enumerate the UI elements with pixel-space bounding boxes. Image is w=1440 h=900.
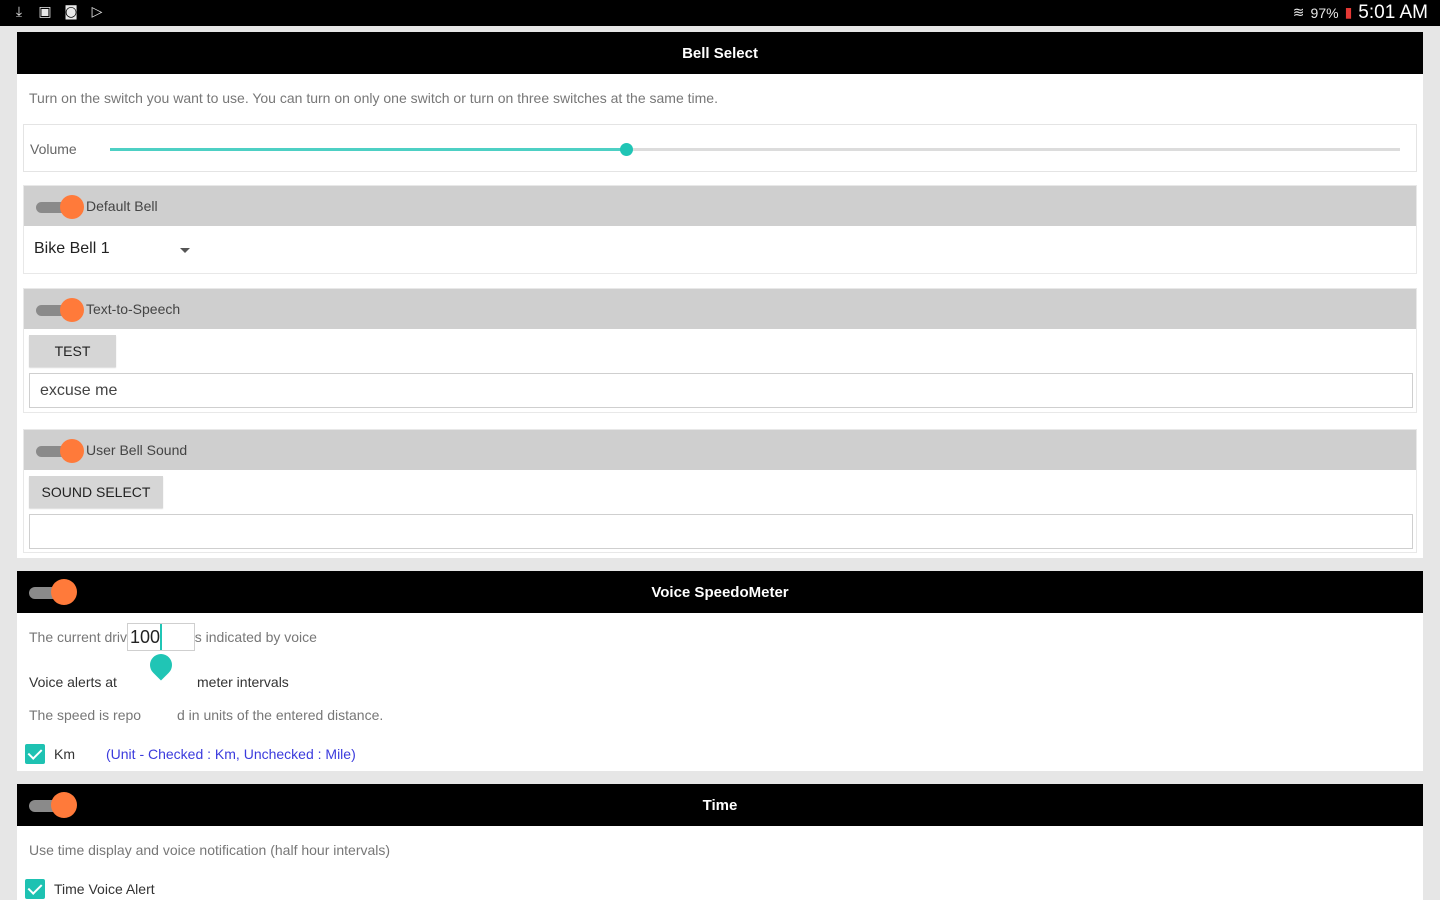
wifi-icon: ≋ xyxy=(1292,5,1305,21)
time-switch[interactable] xyxy=(29,792,81,818)
sound-select-button[interactable]: SOUND SELECT xyxy=(29,476,163,508)
switch-thumb xyxy=(51,579,77,605)
time-voice-alert-checkbox[interactable] xyxy=(25,879,45,899)
volume-slider-fill xyxy=(110,148,626,151)
unit-hint: (Unit - Checked : Km, Unchecked : Mile) xyxy=(106,746,356,762)
speed-note-start: The speed is repo xyxy=(29,707,142,723)
tts-panel: Text-to-Speech TEST excuse me xyxy=(23,288,1417,413)
time-description: Use time display and voice notification … xyxy=(29,842,391,858)
volume-panel: Volume xyxy=(23,124,1417,172)
voice-alerts-suffix: meter intervals xyxy=(197,674,289,690)
time-voice-alert-label: Time Voice Alert xyxy=(54,881,155,897)
switch-thumb xyxy=(51,792,77,818)
bell-select-description: Turn on the switch you want to use. You … xyxy=(29,90,718,106)
bell-select-title: Bell Select xyxy=(682,44,758,62)
text-cursor xyxy=(160,624,162,650)
tts-title: Text-to-Speech xyxy=(86,301,181,317)
chevron-down-icon xyxy=(180,248,190,253)
time-card: Time Use time display and voice notifica… xyxy=(17,784,1423,900)
km-label: Km xyxy=(54,746,75,762)
user-bell-path-field[interactable] xyxy=(29,514,1413,549)
time-title: Time xyxy=(702,796,738,814)
battery-icon: ▮ xyxy=(1344,5,1353,21)
clock: 5:01 AM xyxy=(1358,2,1428,23)
switch-thumb xyxy=(60,298,84,322)
voice-speedometer-header: Voice SpeedoMeter xyxy=(17,571,1423,613)
tts-text-field[interactable]: excuse me xyxy=(29,373,1413,408)
tts-switch[interactable] xyxy=(36,298,88,322)
user-bell-title: User Bell Sound xyxy=(86,442,188,458)
screenshot-icon: ◙ xyxy=(64,4,78,20)
default-bell-switch[interactable] xyxy=(36,195,88,219)
volume-label: Volume xyxy=(30,141,77,157)
voice-alerts-prefix: Voice alerts at xyxy=(29,674,117,690)
volume-slider-thumb[interactable] xyxy=(620,143,633,156)
time-header: Time xyxy=(17,784,1423,826)
battery-percent: 97% xyxy=(1310,5,1339,21)
text-cursor-handle[interactable] xyxy=(145,649,177,681)
switch-thumb xyxy=(60,439,84,463)
bell-select-card: Bell Select Turn on the switch you want … xyxy=(17,32,1423,558)
voice-speedometer-title: Voice SpeedoMeter xyxy=(651,583,789,601)
switch-thumb xyxy=(60,195,84,219)
tts-header: Text-to-Speech xyxy=(24,289,1416,329)
default-bell-title: Default Bell xyxy=(86,198,158,214)
image-icon: ▣ xyxy=(38,4,52,20)
voice-speedometer-card: Voice SpeedoMeter The current driving sp… xyxy=(17,571,1423,771)
play-store-icon: ▷ xyxy=(91,4,103,20)
test-button[interactable]: TEST xyxy=(29,335,116,367)
user-bell-switch[interactable] xyxy=(36,439,88,463)
download-icon: ⤓ xyxy=(15,4,23,20)
status-bar: ⤓ ▣ ◙ ▷ ≋ 97% ▮ 5:01 AM xyxy=(0,0,1440,26)
bell-dropdown-value: Bike Bell 1 xyxy=(34,240,110,257)
volume-slider[interactable] xyxy=(110,143,1400,156)
bell-select-header: Bell Select xyxy=(17,32,1423,74)
speed-note-end: d in units of the entered distance. xyxy=(177,707,384,723)
default-bell-panel: Default Bell Bike Bell 1 xyxy=(23,185,1417,274)
voice-speedometer-switch[interactable] xyxy=(29,579,81,605)
user-bell-header: User Bell Sound xyxy=(24,430,1416,470)
bell-dropdown[interactable]: Bike Bell 1 xyxy=(34,240,190,264)
user-bell-panel: User Bell Sound SOUND SELECT xyxy=(23,429,1417,553)
default-bell-header: Default Bell xyxy=(24,186,1416,226)
km-checkbox[interactable] xyxy=(25,744,45,764)
